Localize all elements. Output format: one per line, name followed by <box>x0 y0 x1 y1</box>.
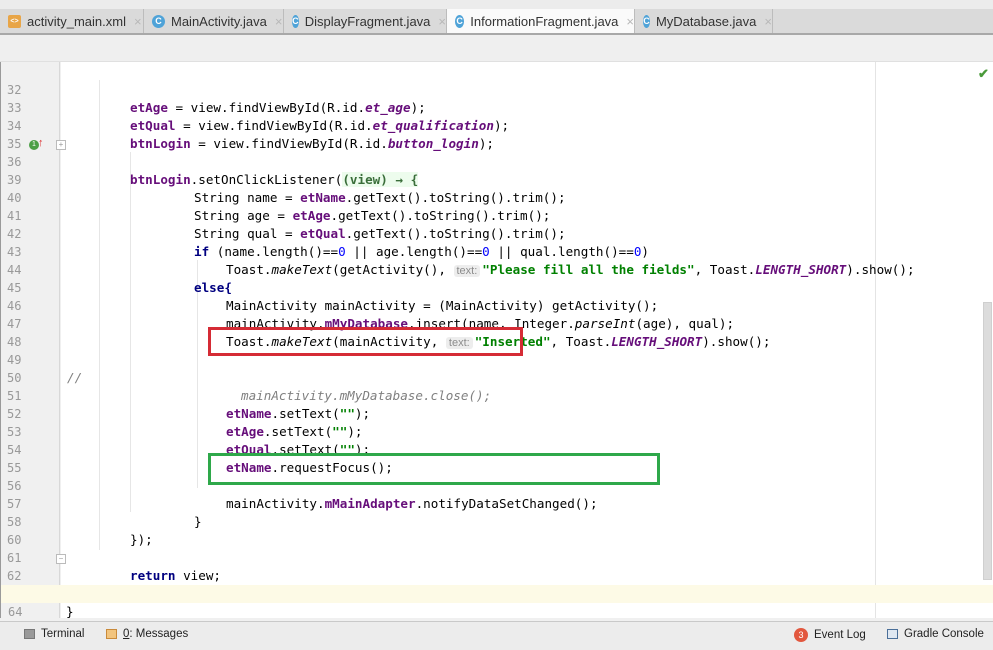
code-line: 36 btnLogin.setOnClickListener((view) → … <box>0 135 993 187</box>
messages-label: : Messages <box>129 628 189 640</box>
code-line: 47 Toast.makeText(mainActivity, text: "In… <box>0 297 993 349</box>
tab-label: MyDatabase.java <box>655 13 757 29</box>
code-line: 35 <box>0 117 993 151</box>
gradle-console-label: Gradle Console <box>904 628 984 640</box>
tab-label: InformationFragment.java <box>470 13 619 29</box>
terminal-icon <box>24 629 35 639</box>
line-number: 64 <box>8 605 23 619</box>
messages-icon <box>106 629 117 639</box>
code-line: 54 etName.requestFocus(); <box>0 423 993 475</box>
tab-information-fragment[interactable]: C InformationFragment.java × <box>447 9 635 33</box>
event-log-button[interactable]: 3 Event Log <box>794 628 866 642</box>
code-line: 53 etQual.setText(""); <box>0 405 993 457</box>
tab-label: activity_main.xml <box>27 13 126 29</box>
event-log-label: Event Log <box>814 629 866 641</box>
code-line: 51 etName.setText(""); <box>0 369 993 421</box>
red-highlight-annotation <box>208 327 523 356</box>
code-line: 44 else{ <box>0 243 993 295</box>
code-line: 58 }); <box>0 495 993 547</box>
close-icon[interactable]: × <box>438 14 446 29</box>
gradle-console-button[interactable]: Gradle Console <box>887 628 984 640</box>
code-line: 63 } <box>0 567 993 619</box>
class-icon: C <box>292 14 299 28</box>
code-line: 62 } <box>0 549 993 601</box>
current-line[interactable]: 64 <box>1 585 993 619</box>
gradle-console-icon <box>887 629 898 639</box>
code-line: 40 String age = etAge.getText().toString… <box>0 171 993 223</box>
code-line: 34 btnLogin = view.findViewById(R.id.but… <box>0 99 993 151</box>
close-icon[interactable]: × <box>764 14 772 29</box>
vertical-scrollbar[interactable] <box>983 302 992 580</box>
tab-activity-main-xml[interactable]: <> activity_main.xml × <box>0 9 144 33</box>
editor-tab-bar: <> activity_main.xml × C MainActivity.ja… <box>0 9 993 35</box>
code-line: 33 etQual = view.findViewById(R.id.et_qu… <box>0 81 993 133</box>
inspection-ok-icon[interactable]: ✔ <box>978 66 989 82</box>
tool-window-bar: Terminal 0: Messages 3 Event Log Gradle … <box>0 621 993 650</box>
close-icon[interactable]: × <box>134 14 142 29</box>
green-highlight-annotation <box>208 453 660 485</box>
event-log-badge-icon: 3 <box>794 628 808 642</box>
xml-file-icon: <> <box>8 14 21 28</box>
terminal-label: Terminal <box>41 628 85 640</box>
code-line: 61 return view; <box>0 531 993 583</box>
code-line: 52 etAge.setText(""); <box>0 387 993 439</box>
code-line: 60 <box>0 513 993 547</box>
code-line: 46 mainActivity.mMyDatabase.insert(name,… <box>0 279 993 331</box>
code-line: 39 String name = etName.getText().toStri… <box>0 153 993 205</box>
tab-label: DisplayFragment.java <box>304 13 431 29</box>
code-line: 43 Toast.makeText(getActivity(), text: "P… <box>0 225 993 277</box>
token: } <box>66 604 74 619</box>
class-icon: C <box>152 14 165 28</box>
tab-my-database[interactable]: C MyDatabase.java × <box>635 9 773 33</box>
close-icon[interactable]: × <box>275 14 283 29</box>
tab-main-activity[interactable]: C MainActivity.java × <box>144 9 284 33</box>
tab-display-fragment[interactable]: C DisplayFragment.java × <box>284 9 447 33</box>
code-line: 32 etAge = view.findViewById(R.id.et_age… <box>0 63 993 115</box>
tab-label: MainActivity.java <box>171 13 267 29</box>
code-line: 41 String qual = etQual.getText().toStri… <box>0 189 993 241</box>
class-icon: C <box>455 14 465 28</box>
terminal-button[interactable]: Terminal <box>24 628 84 640</box>
class-icon: C <box>643 14 650 28</box>
messages-button[interactable]: 0: Messages <box>106 628 188 640</box>
close-icon[interactable]: × <box>626 14 634 29</box>
code-line: 42 if (name.length()==0 || age.length()=… <box>0 207 993 259</box>
code-line: 45 MainActivity mainActivity = (MainActi… <box>0 261 993 313</box>
editor-breadcrumb-area <box>0 35 993 62</box>
